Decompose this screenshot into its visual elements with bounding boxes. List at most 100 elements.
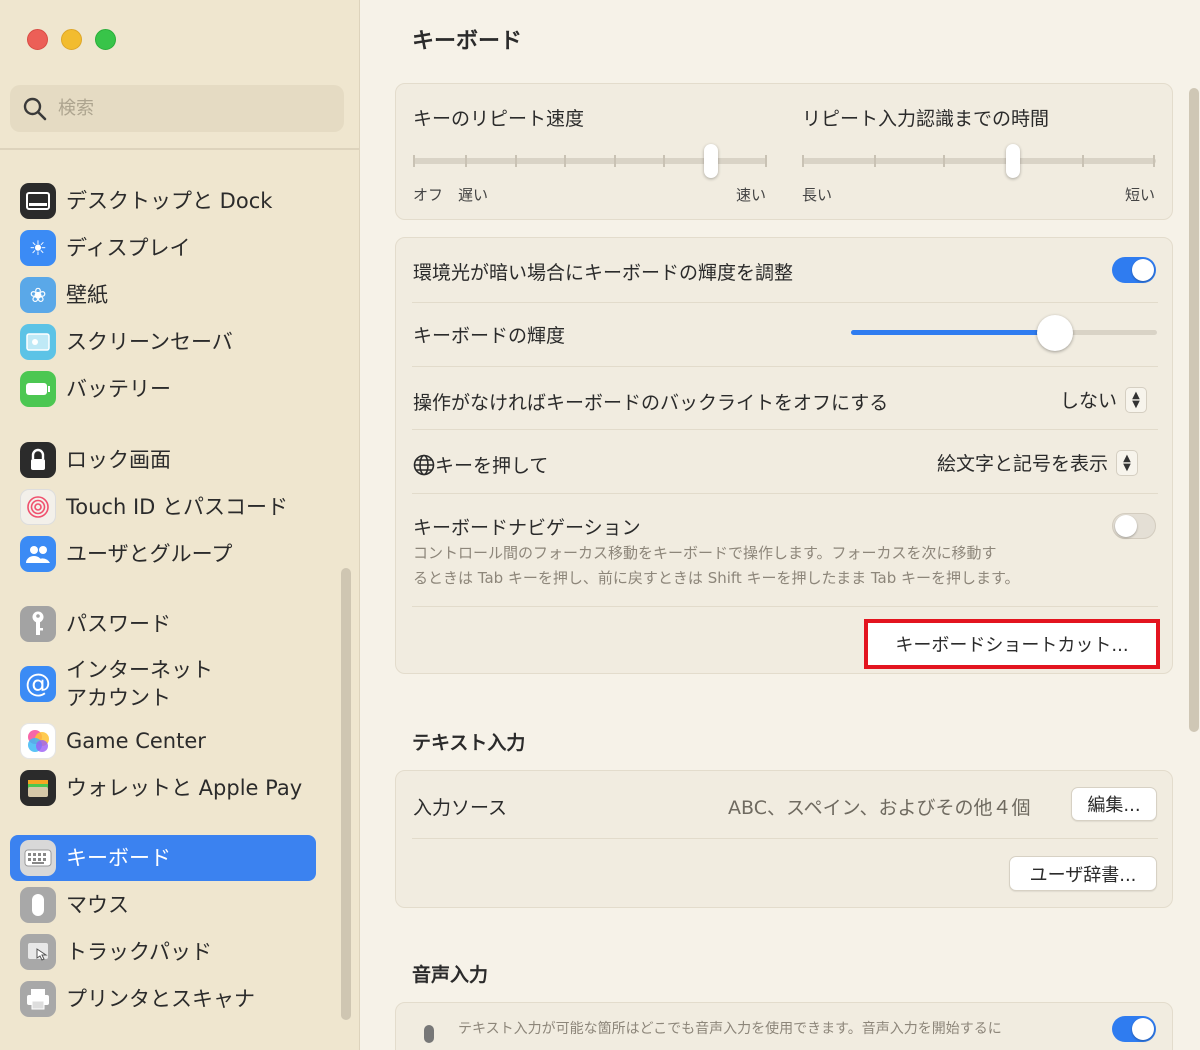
zoom-window-button[interactable] <box>95 29 116 50</box>
globe-key-label: キーを押して <box>435 455 549 477</box>
trackpad-icon <box>20 934 56 970</box>
close-window-button[interactable] <box>27 29 48 50</box>
sidebar-item-label: ロック画面 <box>66 448 171 472</box>
search-field[interactable] <box>10 85 344 132</box>
microphone-icon <box>418 1023 440 1050</box>
slider-tick <box>765 155 767 167</box>
globe-icon <box>413 454 435 476</box>
repeat-delay-label: リピート入力認識までの時間 <box>802 108 1050 130</box>
sidebar-item-label: キーボード <box>66 846 171 870</box>
lock-icon <box>20 442 56 478</box>
chevron-up-down-icon: ▲ ▼ <box>1125 386 1148 413</box>
repeat-delay-slider-knob[interactable] <box>1006 144 1020 178</box>
row-separator <box>412 838 1158 839</box>
globe-key-value: 絵文字と記号を表示 <box>937 453 1109 475</box>
sidebar-item-passwords[interactable]: パスワード <box>10 601 316 647</box>
backlight-off-popup[interactable]: しない ▲ ▼ <box>1060 386 1148 413</box>
sidebar-item-label: インターネット アカウント <box>66 656 213 712</box>
sidebar-item-label: デスクトップと Dock <box>66 189 273 213</box>
text-input-section-title: テキスト入力 <box>412 732 526 754</box>
sidebar-item-internet-accounts[interactable]: @ インターネット アカウント <box>10 655 316 713</box>
row-separator <box>412 302 1158 303</box>
keyboard-navigation-label: キーボードナビゲーション <box>413 517 641 539</box>
sidebar-item-wallpaper[interactable]: ❀ 壁紙 <box>10 272 316 318</box>
sidebar-item-mouse[interactable]: マウス <box>10 882 316 928</box>
key-repeat-fast-label: 速い <box>736 186 767 204</box>
toggle-knob <box>1132 1018 1154 1040</box>
key-repeat-off-label: オフ <box>413 186 444 204</box>
sidebar-item-touch-id[interactable]: Touch ID とパスコード <box>10 484 316 530</box>
sidebar-item-keyboard[interactable]: キーボード <box>10 835 316 881</box>
slider-tick <box>515 155 517 167</box>
keyboard-navigation-description-line1: コントロール間のフォーカス移動をキーボードで操作します。フォーカスを次に移動す <box>413 544 997 562</box>
sidebar-item-label: パスワード <box>66 612 171 636</box>
globe-key-row-label: キーを押して <box>413 451 548 478</box>
sidebar-item-wallet[interactable]: ウォレットと Apple Pay <box>10 765 316 811</box>
sidebar-item-game-center[interactable]: Game Center <box>10 718 316 764</box>
search-input[interactable] <box>58 98 318 119</box>
voice-input-description: テキスト入力が可能な箇所はどこでも音声入力を使用できます。音声入力を開始するに <box>458 1021 1002 1037</box>
wallpaper-flower-icon: ❀ <box>20 277 56 313</box>
adjust-brightness-toggle[interactable] <box>1112 257 1156 283</box>
sidebar-item-label-line1: インターネット <box>66 658 213 682</box>
sidebar-scrollbar[interactable] <box>341 568 351 1020</box>
sidebar-item-trackpad[interactable]: トラックパッド <box>10 929 316 975</box>
row-separator <box>412 429 1158 430</box>
mouse-icon <box>20 887 56 923</box>
keyboard-navigation-description-line2: るときは Tab キーを押し、前に戻すときは Shift キーを押したまま Ta… <box>413 569 1020 587</box>
sidebar-item-screensaver[interactable]: スクリーンセーバ <box>10 319 316 365</box>
keyboard-settings-card: 環境光が暗い場合にキーボードの輝度を調整 キーボードの輝度 操作がなければキーボ… <box>395 237 1173 674</box>
slider-tick <box>564 155 566 167</box>
input-sources-label: 入力ソース <box>413 797 508 819</box>
game-center-icon <box>20 723 56 759</box>
voice-input-section-title: 音声入力 <box>412 964 489 986</box>
voice-input-toggle[interactable] <box>1112 1016 1156 1042</box>
minimize-window-button[interactable] <box>61 29 82 50</box>
dock-icon <box>20 183 56 219</box>
sidebar-item-label: Touch ID とパスコード <box>66 495 288 519</box>
fingerprint-icon <box>20 489 56 525</box>
window-controls <box>27 29 116 50</box>
keyboard-brightness-label: キーボードの輝度 <box>413 325 566 347</box>
sidebar-item-desktop-dock[interactable]: デスクトップと Dock <box>10 178 316 224</box>
slider-track <box>802 158 1156 164</box>
sidebar-item-label: バッテリー <box>66 377 171 401</box>
search-icon <box>22 96 48 122</box>
keyboard-navigation-toggle[interactable] <box>1112 513 1156 539</box>
sidebar: デスクトップと Dock ☀ ディスプレイ ❀ 壁紙 スクリーンセーバ バッテリ… <box>0 0 360 1050</box>
sidebar-item-label: マウス <box>66 893 129 917</box>
backlight-off-value: しない <box>1060 390 1118 412</box>
slider-tick <box>802 155 804 167</box>
globe-key-popup[interactable]: 絵文字と記号を表示 ▲ ▼ <box>937 449 1139 476</box>
keyboard-shortcuts-button[interactable]: キーボードショートカット... <box>864 619 1160 669</box>
printer-icon <box>20 981 56 1017</box>
sidebar-item-battery[interactable]: バッテリー <box>10 366 316 412</box>
sidebar-item-lock-screen[interactable]: ロック画面 <box>10 437 316 483</box>
sidebar-item-users-groups[interactable]: ユーザとグループ <box>10 531 316 577</box>
sidebar-item-printers[interactable]: プリンタとスキャナ <box>10 976 316 1022</box>
sidebar-divider <box>0 148 360 150</box>
sidebar-item-label: スクリーンセーバ <box>66 330 233 354</box>
chevron-up-down-icon: ▲ ▼ <box>1116 449 1139 476</box>
slider-tick <box>614 155 616 167</box>
sidebar-item-display[interactable]: ☀ ディスプレイ <box>10 225 316 271</box>
slider-tick <box>1082 155 1084 167</box>
edit-input-sources-button[interactable]: 編集... <box>1071 787 1157 821</box>
main-pane: キーボード キーのリピート速度 リピート入力認識までの時間 オフ 遅い 速い 長… <box>361 0 1200 1050</box>
input-sources-value: ABC、スペイン、およびその他４個 <box>728 797 1031 819</box>
repeat-delay-long-label: 長い <box>802 186 833 204</box>
main-scrollbar[interactable] <box>1189 88 1199 732</box>
sidebar-item-label: Game Center <box>66 729 206 753</box>
backlight-off-label: 操作がなければキーボードのバックライトをオフにする <box>413 392 889 414</box>
screensaver-icon <box>20 324 56 360</box>
keyboard-brightness-slider-knob[interactable] <box>1037 315 1073 351</box>
voice-input-card: テキスト入力が可能な箇所はどこでも音声入力を使用できます。音声入力を開始するに <box>395 1002 1173 1050</box>
sidebar-item-label: ユーザとグループ <box>66 542 233 566</box>
sidebar-item-label: ウォレットと Apple Pay <box>66 776 303 800</box>
text-input-card: 入力ソース ABC、スペイン、およびその他４個 編集... ユーザ辞書... <box>395 770 1173 908</box>
key-repeat-slider-knob[interactable] <box>704 144 718 178</box>
toggle-knob <box>1132 259 1154 281</box>
row-separator <box>412 606 1158 607</box>
user-dictionary-button[interactable]: ユーザ辞書... <box>1009 856 1157 891</box>
slider-tick <box>465 155 467 167</box>
